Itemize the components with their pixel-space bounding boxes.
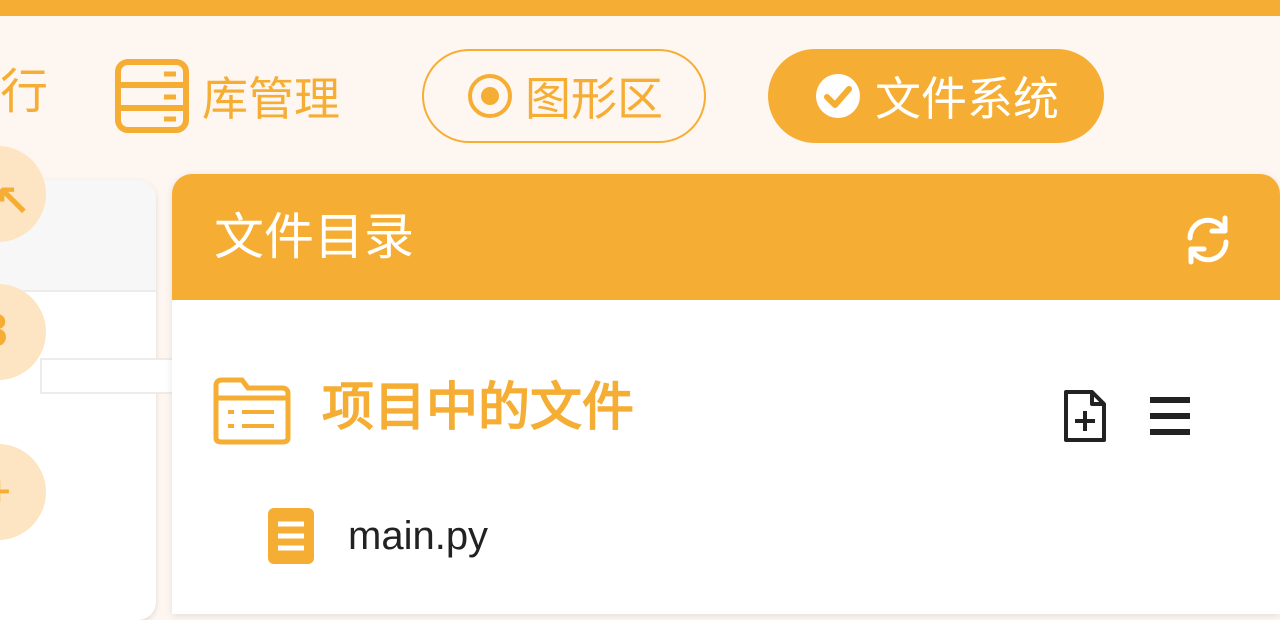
tools-sidebar	[0, 180, 156, 620]
add-file-icon[interactable]	[1058, 388, 1114, 444]
file-list-item[interactable]: main.py	[268, 506, 488, 566]
tool-glyph-icon: 8	[0, 310, 9, 354]
nav-item-graphics[interactable]: 图形区	[422, 49, 706, 143]
sidebar-input[interactable]	[40, 358, 192, 394]
arrow-icon: ↖	[0, 176, 31, 227]
file-name: main.py	[348, 513, 489, 558]
check-circle-icon	[816, 74, 860, 118]
file-text-icon	[268, 508, 314, 564]
project-files-section: 项目中的文件	[212, 374, 1212, 454]
file-directory-panel: 文件目录 项目中的文件 main.py	[172, 174, 1280, 614]
panel-title: 文件目录	[214, 208, 414, 266]
folder-list-icon	[213, 377, 291, 445]
nav-item-run-partial[interactable]: 行	[0, 68, 48, 116]
nav-graphics-label: 图形区	[525, 72, 663, 126]
top-accent-bar	[0, 0, 1280, 16]
plus-icon: +	[0, 474, 13, 508]
nav-item-files[interactable]: 文件系统	[768, 49, 1104, 143]
nav-files-label: 文件系统	[875, 72, 1059, 126]
nav-item-library[interactable]: 库管理	[114, 56, 340, 136]
radio-dot-icon	[468, 74, 512, 118]
server-icon	[115, 59, 189, 133]
nav-library-label: 库管理	[202, 72, 340, 126]
panel-header: 文件目录	[172, 174, 1280, 300]
nav-item-run-label: 行	[0, 64, 49, 120]
refresh-icon[interactable]	[1180, 212, 1236, 268]
section-title: 项目中的文件	[322, 378, 635, 438]
menu-icon[interactable]	[1146, 394, 1194, 438]
